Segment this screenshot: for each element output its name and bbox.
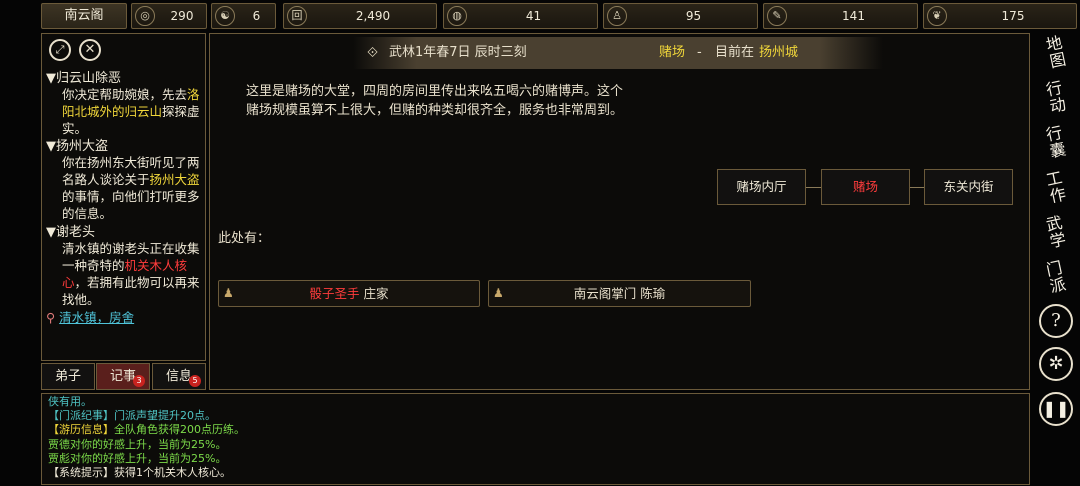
- beast-icon: ❦: [927, 6, 947, 26]
- copper-coin-icon: 回: [287, 6, 307, 26]
- sect-name: 南云阁: [64, 8, 104, 23]
- header-separator: -: [697, 45, 702, 60]
- log-line: 【游历信息】全队角色获得200点历练。: [48, 423, 245, 437]
- resource-food[interactable]: ◍ 41: [443, 3, 598, 29]
- resource-copper[interactable]: 回 2,490: [283, 3, 437, 29]
- resource-value: 2,490: [355, 9, 391, 23]
- figure-icon: ♙: [607, 6, 627, 26]
- log-line: 【门派纪事】门派声望提升20点。: [48, 409, 216, 423]
- pause-icon[interactable]: ❚❚: [1039, 392, 1073, 426]
- log-line: 【系统提示】获得1个机关木人核心。: [48, 466, 231, 480]
- quest-location[interactable]: ⚲ 清水镇，房舍: [46, 307, 206, 326]
- tab-journal[interactable]: 记事 3: [96, 363, 150, 390]
- log-line: 贾彪对你的好感上升，当前为25%。: [48, 451, 227, 465]
- resource-people[interactable]: ♙ 95: [603, 3, 758, 29]
- quest-desc: 你在扬州东大街听见了两名路人谈论关于扬州大盗的事情，向他们打听更多的信息。: [62, 155, 200, 221]
- npc-dealer[interactable]: ♟ 骰子圣手 庄家: [218, 280, 480, 307]
- notification-badge: 3: [133, 375, 145, 387]
- quest-item-guiyunshan[interactable]: ▼归云山除恶 你决定帮助婉娘，先去洛阳北城外的归云山探探虚实。: [46, 67, 206, 137]
- gear-icon[interactable]: ✲: [1039, 347, 1073, 381]
- room-connector: [806, 187, 821, 188]
- tab-disciples[interactable]: 弟子: [41, 363, 95, 390]
- resource-value: 175: [1001, 9, 1025, 23]
- menu-martial-arts[interactable]: 武学: [1036, 213, 1076, 253]
- help-icon[interactable]: ?: [1039, 304, 1073, 338]
- here-label: 此处有：: [218, 231, 271, 246]
- tab-info[interactable]: 信息 5: [152, 363, 206, 390]
- message-log[interactable]: 侠有用。 【门派纪事】门派声望提升20点。 【游历信息】全队角色获得200点历练…: [41, 393, 1030, 485]
- quest-title: ▼谢老头: [46, 225, 95, 240]
- npc-title: 骰子圣手: [309, 286, 360, 301]
- quest-title: ▼扬州大盗: [46, 139, 108, 154]
- menu-bag[interactable]: 行囊: [1036, 123, 1076, 163]
- quest-item-xielaotou[interactable]: ▼谢老头 清水镇的谢老头正在收集一种奇特的机关木人核心，若拥有此物可以再来找他。: [46, 221, 206, 308]
- quest-desc: 清水镇的谢老头正在收集一种奇特的机关木人核心，若拥有此物可以再来找他。: [62, 241, 200, 307]
- calendar-icon: ⟐: [367, 45, 379, 61]
- map-pin-icon: ⚲: [46, 310, 56, 325]
- quest-desc: 你决定帮助婉娘，先去洛阳北城外的归云山探探虚实。: [62, 87, 200, 136]
- game-date: 武林1年春7日 辰时三刻: [389, 45, 527, 60]
- scroll-icon: ✎: [767, 6, 787, 26]
- location-header: ⟐ 武林1年春7日 辰时三刻 赌场 - 目前在 扬州城: [353, 37, 883, 69]
- quest-title: ▼归云山除恶: [46, 71, 121, 86]
- room-description: 这里是赌场的大堂，四周的房间里传出来吆五喝六的赌博声。这个 赌场规模虽算不上很大…: [246, 84, 624, 118]
- resource-value: 41: [525, 9, 542, 23]
- current-prefix: 目前在: [715, 45, 755, 60]
- room-east-inner-street[interactable]: 东关内街: [924, 169, 1013, 205]
- resource-beast[interactable]: ❦ 175: [923, 3, 1077, 29]
- resource-yinyang[interactable]: ☯ 6: [211, 3, 276, 29]
- notification-badge: 5: [189, 375, 201, 387]
- npc-sect-leader[interactable]: ♟ 南云阁掌门 陈瑜: [488, 280, 751, 307]
- npc-name: 庄家: [363, 286, 389, 301]
- menu-sect[interactable]: 门派: [1036, 258, 1076, 298]
- room-connector: [910, 187, 924, 188]
- sect-name-button[interactable]: 南云阁: [41, 3, 127, 29]
- resource-value: 6: [252, 9, 261, 23]
- npc-name: 陈瑜: [640, 286, 666, 301]
- menu-action[interactable]: 行动: [1036, 78, 1076, 118]
- log-line: 贾德对你的好感上升，当前为25%。: [48, 437, 227, 451]
- room-current-casino[interactable]: 赌场: [821, 169, 910, 205]
- quest-location-link[interactable]: 清水镇，房舍: [59, 310, 134, 325]
- menu-map[interactable]: 地图: [1036, 33, 1076, 73]
- current-city: 扬州城: [759, 45, 799, 60]
- resource-scroll[interactable]: ✎ 141: [763, 3, 918, 29]
- quest-item-yangzhou[interactable]: ▼扬州大盗 你在扬州东大街听见了两名路人谈论关于扬州大盗的事情，向他们打听更多的…: [46, 135, 206, 222]
- yin-yang-icon: ☯: [215, 6, 235, 26]
- menu-work[interactable]: 工作: [1036, 168, 1076, 208]
- close-icon[interactable]: ✕: [79, 39, 101, 61]
- location-name: 赌场: [659, 45, 686, 60]
- main-panel: ⟐ 武林1年春7日 辰时三刻 赌场 - 目前在 扬州城 这里是赌场的大堂，四周的…: [209, 33, 1030, 390]
- log-line: 侠有用。: [48, 395, 92, 408]
- resource-value: 290: [170, 9, 194, 23]
- npc-title: 南云阁掌门: [573, 286, 637, 301]
- room-gambling-inner-hall[interactable]: 赌场内厅: [717, 169, 806, 205]
- resource-silver[interactable]: ◎ 290: [131, 3, 207, 29]
- coin-pouch-icon: ◎: [135, 6, 155, 26]
- resource-value: 141: [842, 9, 865, 23]
- resource-value: 95: [685, 9, 702, 23]
- expand-icon[interactable]: ⤢: [49, 39, 71, 61]
- quest-panel: ⤢ ✕ ▼归云山除恶 你决定帮助婉娘，先去洛阳北城外的归云山探探虚实。 ▼扬州大…: [41, 33, 206, 361]
- rice-bowl-icon: ◍: [447, 6, 467, 26]
